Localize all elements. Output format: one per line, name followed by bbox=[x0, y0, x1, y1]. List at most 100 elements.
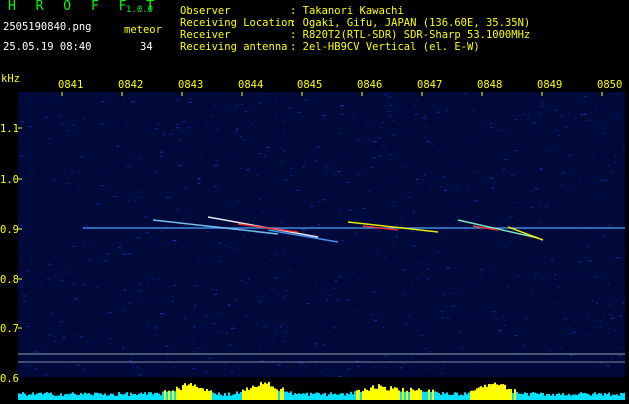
level-bar bbox=[306, 393, 308, 400]
receiver-label: Receiver bbox=[180, 29, 231, 41]
level-bar bbox=[56, 396, 58, 400]
noise-speck bbox=[540, 133, 543, 134]
noise-speck bbox=[284, 297, 286, 298]
noise-speck bbox=[424, 174, 426, 175]
noise-speck bbox=[164, 102, 165, 103]
noise-speck bbox=[77, 129, 78, 130]
noise-speck bbox=[411, 231, 414, 232]
level-bar bbox=[516, 392, 518, 400]
level-bar bbox=[364, 388, 366, 400]
noise-speck bbox=[535, 106, 536, 107]
noise-speck bbox=[285, 367, 288, 368]
noise-speck bbox=[71, 125, 75, 126]
noise-speck bbox=[208, 201, 210, 202]
noise-speck bbox=[353, 356, 355, 357]
noise-speck bbox=[552, 96, 554, 97]
noise-speck bbox=[231, 152, 235, 153]
noise-speck bbox=[222, 333, 224, 334]
noise-speck bbox=[453, 363, 456, 364]
noise-speck bbox=[558, 217, 562, 218]
noise-speck bbox=[66, 265, 68, 266]
noise-speck bbox=[404, 323, 408, 324]
level-bar bbox=[248, 390, 250, 400]
noise-speck bbox=[194, 307, 198, 308]
noise-speck bbox=[459, 160, 462, 161]
noise-speck bbox=[425, 348, 427, 349]
noise-speck bbox=[68, 183, 70, 184]
noise-speck bbox=[89, 146, 90, 147]
level-bar bbox=[24, 394, 26, 400]
noise-speck bbox=[516, 141, 518, 142]
noise-speck bbox=[50, 314, 52, 315]
noise-speck bbox=[310, 206, 314, 207]
noise-speck bbox=[527, 115, 530, 116]
noise-speck bbox=[558, 135, 560, 136]
noise-speck bbox=[81, 156, 84, 157]
level-bar bbox=[320, 395, 322, 400]
noise-speck bbox=[285, 325, 286, 326]
noise-speck bbox=[292, 169, 293, 170]
level-bar bbox=[150, 392, 152, 400]
noise-speck bbox=[193, 326, 196, 327]
noise-speck bbox=[258, 301, 261, 302]
noise-speck bbox=[477, 340, 479, 341]
noise-speck bbox=[171, 296, 174, 297]
level-bar bbox=[264, 383, 266, 401]
noise-speck bbox=[509, 217, 512, 218]
noise-speck bbox=[315, 285, 317, 286]
level-bar bbox=[384, 387, 386, 400]
level-bar bbox=[374, 389, 376, 400]
level-bar bbox=[318, 393, 320, 400]
level-bar bbox=[44, 393, 46, 400]
noise-speck bbox=[411, 283, 412, 284]
noise-speck bbox=[47, 279, 51, 280]
noise-speck bbox=[516, 197, 520, 198]
noise-speck bbox=[77, 365, 81, 366]
noise-speck bbox=[85, 242, 87, 243]
noise-speck bbox=[134, 200, 137, 201]
noise-speck bbox=[528, 242, 529, 243]
freq-tick: 0.7 bbox=[0, 323, 19, 335]
noise-speck bbox=[326, 300, 328, 301]
level-bar bbox=[546, 394, 548, 400]
noise-speck bbox=[332, 172, 335, 173]
noise-speck bbox=[449, 292, 451, 293]
time-tick: 0842 bbox=[118, 79, 143, 91]
noise-speck bbox=[464, 246, 466, 247]
noise-speck bbox=[516, 276, 520, 277]
noise-speck bbox=[459, 190, 460, 191]
noise-speck bbox=[233, 108, 237, 109]
noise-speck bbox=[163, 133, 165, 134]
noise-speck bbox=[65, 131, 68, 132]
noise-speck bbox=[379, 155, 382, 156]
noise-speck bbox=[600, 363, 603, 364]
noise-speck bbox=[46, 315, 47, 316]
noise-speck bbox=[254, 242, 256, 243]
noise-speck bbox=[514, 335, 518, 336]
level-bar bbox=[354, 391, 356, 400]
noise-speck bbox=[374, 211, 375, 212]
noise-speck bbox=[315, 114, 316, 115]
noise-speck bbox=[347, 154, 351, 155]
level-bar bbox=[240, 392, 242, 400]
level-bar bbox=[614, 395, 616, 400]
noise-speck bbox=[244, 111, 248, 112]
noise-speck bbox=[425, 203, 427, 204]
noise-speck bbox=[482, 156, 484, 157]
noise-speck bbox=[594, 276, 598, 277]
noise-speck bbox=[56, 200, 58, 201]
spectrogram-background bbox=[18, 92, 625, 377]
noise-speck bbox=[447, 111, 449, 112]
level-bar bbox=[256, 387, 258, 400]
level-bar bbox=[424, 392, 426, 400]
noise-speck bbox=[82, 284, 85, 285]
noise-speck bbox=[284, 142, 286, 143]
level-bar bbox=[398, 390, 400, 400]
level-bar bbox=[342, 393, 344, 400]
noise-speck bbox=[558, 287, 561, 288]
noise-speck bbox=[128, 157, 131, 158]
noise-speck bbox=[118, 247, 121, 248]
noise-speck bbox=[212, 289, 213, 290]
noise-speck bbox=[592, 300, 594, 301]
noise-speck bbox=[145, 217, 148, 218]
